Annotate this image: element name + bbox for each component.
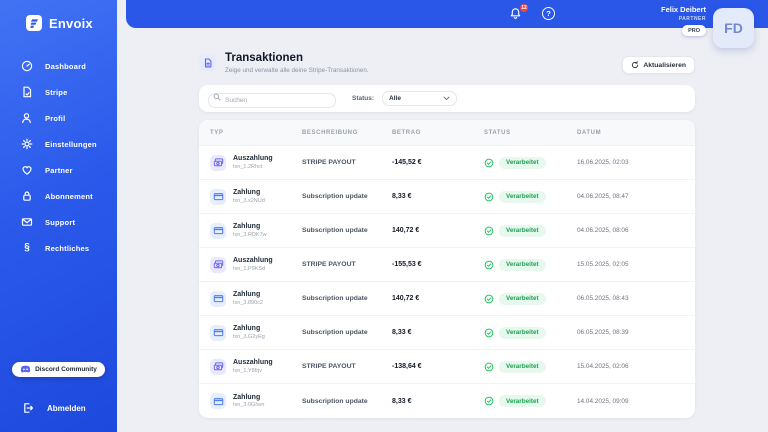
- document-icon: [21, 86, 33, 98]
- check-circle-icon: [484, 294, 494, 304]
- table-row[interactable]: Zahlung txn_3.x2NUd Subscription update 8…: [199, 180, 695, 214]
- table-row[interactable]: Auszahlung txn_1.P9KSd STRIPE PAYOUT -155…: [199, 248, 695, 282]
- avatar[interactable]: FD: [713, 8, 754, 48]
- logout-button[interactable]: Abmelden: [22, 402, 86, 414]
- user-icon: [21, 112, 33, 124]
- gear-icon: [21, 138, 33, 150]
- status-badge: Verarbeitet: [499, 292, 546, 305]
- payout-icon: [210, 256, 226, 273]
- lock-icon: [21, 190, 33, 202]
- column-header-datum: DATUM: [577, 129, 602, 136]
- refresh-icon: [632, 61, 639, 69]
- payout-icon: [210, 358, 226, 375]
- status-badge: Verarbeitet: [499, 156, 546, 169]
- topbar: 12 ? Felix Deibert PARTNER PRO FD: [126, 0, 768, 48]
- card-icon: [210, 290, 226, 307]
- sidebar-item-dashboard[interactable]: Dashboard: [0, 53, 117, 79]
- status-badge: Verarbeitet: [499, 395, 546, 407]
- card-icon: [210, 324, 226, 341]
- table-row[interactable]: Auszahlung txn_1.2Rhct STRIPE PAYOUT -145…: [199, 146, 695, 180]
- table-header: TYP BESCHREIBUNG BETRAG STATUS DATUM: [199, 120, 695, 146]
- heart-icon: [21, 164, 33, 176]
- transactions-table: TYP BESCHREIBUNG BETRAG STATUS DATUM Aus…: [199, 120, 695, 418]
- status-filter-label: Status:: [352, 95, 375, 102]
- sidebar-nav: Dashboard Stripe Profil Einstellungen Pa…: [0, 53, 117, 261]
- user-info: Felix Deibert PARTNER: [661, 5, 706, 22]
- payout-icon: [210, 154, 226, 171]
- sidebar-item-support[interactable]: Support: [0, 209, 117, 235]
- column-header-status: STATUS: [484, 129, 511, 136]
- table-row[interactable]: Auszahlung txn_1.Y8fqv STRIPE PAYOUT -138…: [199, 350, 695, 384]
- status-badge: Verarbeitet: [499, 190, 546, 203]
- question-icon: ?: [546, 8, 551, 18]
- paragraph-icon: §: [24, 242, 30, 253]
- sidebar-item-profil[interactable]: Profil: [0, 105, 117, 131]
- search-input[interactable]: [208, 93, 336, 108]
- check-circle-icon: [484, 396, 494, 406]
- search-icon: [213, 93, 221, 101]
- plan-badge: PRO: [682, 25, 706, 36]
- status-badge: Verarbeitet: [499, 326, 546, 339]
- gauge-icon: [21, 60, 33, 72]
- user-name: Felix Deibert: [660, 5, 706, 14]
- sidebar-item-abonnement[interactable]: Abonnement: [0, 183, 117, 209]
- status-badge: Verarbeitet: [499, 360, 546, 373]
- check-circle-icon: [484, 226, 494, 236]
- logo-icon: [26, 15, 42, 31]
- logout-icon: [22, 402, 34, 414]
- check-circle-icon: [484, 328, 494, 338]
- discord-community-button[interactable]: Discord Community: [12, 362, 105, 377]
- sidebar-item-rechtliches[interactable]: § Rechtliches: [0, 235, 117, 261]
- logo-text: Envoix: [49, 15, 93, 31]
- transactions-page-icon: [199, 54, 216, 71]
- check-circle-icon: [484, 362, 494, 372]
- page-header: Transaktionen Zeige und verwalte alle de…: [199, 52, 695, 74]
- table-row[interactable]: Zahlung txn_3.890c2 Subscription update 1…: [199, 282, 695, 316]
- card-icon: [210, 222, 226, 239]
- card-icon: [210, 393, 226, 409]
- table-row[interactable]: Zahlung txn_3.G2yEg Subscription update 8…: [199, 316, 695, 350]
- table-row[interactable]: Zahlung txn_3.RDK7w Subscription update 1…: [199, 214, 695, 248]
- status-select[interactable]: Alle: [382, 91, 458, 106]
- filter-bar: Status: Alle: [199, 85, 695, 112]
- card-icon: [210, 188, 226, 205]
- sidebar-item-stripe[interactable]: Stripe: [0, 79, 117, 105]
- discord-icon: [20, 365, 31, 374]
- app-logo[interactable]: Envoix: [0, 0, 117, 31]
- page-subtitle: Zeige und verwalte alle deine Stripe-Tra…: [225, 67, 369, 74]
- notification-badge: 12: [520, 4, 528, 12]
- page-title: Transaktionen: [225, 52, 303, 64]
- search-box: [208, 89, 336, 108]
- column-header-betrag: BETRAG: [392, 129, 421, 136]
- refresh-button[interactable]: Aktualisieren: [622, 56, 695, 74]
- main-content: Transaktionen Zeige und verwalte alle de…: [199, 52, 695, 418]
- column-header-beschreibung: BESCHREIBUNG: [302, 129, 358, 136]
- column-header-typ: TYP: [210, 129, 224, 136]
- status-badge: Verarbeitet: [499, 258, 546, 271]
- sidebar-item-partner[interactable]: Partner: [0, 157, 117, 183]
- check-circle-icon: [484, 192, 494, 202]
- mail-icon: [21, 216, 33, 228]
- sidebar: Envoix Dashboard Stripe Profil Einstellu…: [0, 0, 117, 432]
- status-badge: Verarbeitet: [499, 224, 546, 237]
- check-circle-icon: [484, 158, 494, 168]
- help-button[interactable]: ?: [542, 7, 555, 20]
- check-circle-icon: [484, 260, 494, 270]
- notifications-button[interactable]: 12: [509, 4, 528, 21]
- table-row[interactable]: Zahlung txn_3.0Ghen Subscription update 8…: [199, 384, 695, 418]
- user-role: PARTNER: [678, 16, 706, 22]
- sidebar-item-einstellungen[interactable]: Einstellungen: [0, 131, 117, 157]
- chevron-down-icon: [443, 96, 450, 101]
